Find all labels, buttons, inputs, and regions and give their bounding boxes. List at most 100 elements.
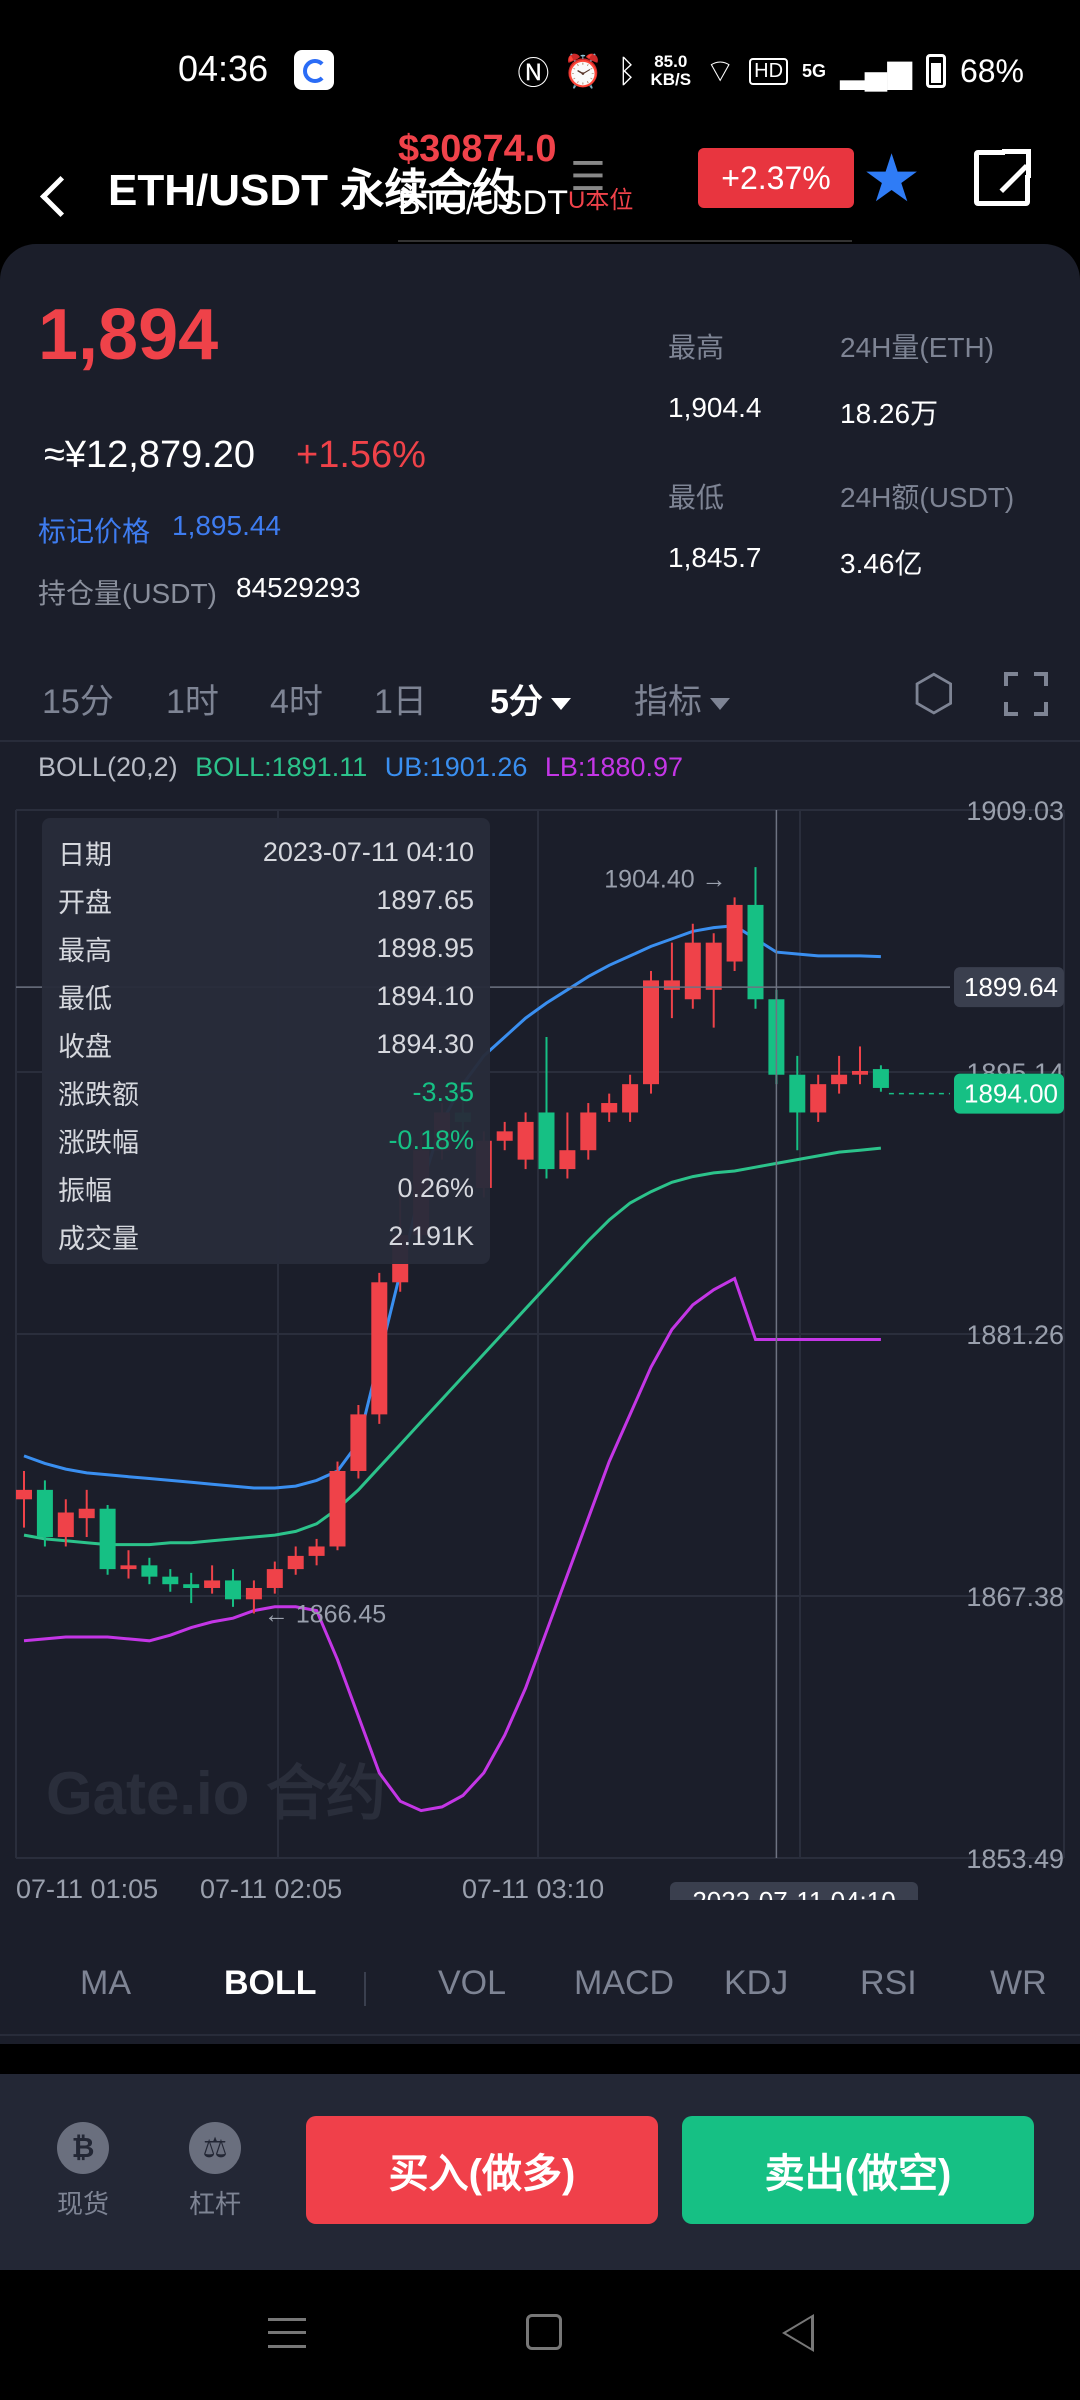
high-label: 最高 xyxy=(668,332,725,363)
boll-name: BOLL(20,2) xyxy=(38,752,178,782)
net-speed: 85.0 KB/S xyxy=(650,53,691,89)
x-tick-label: 07-11 01:05 xyxy=(16,1874,158,1900)
candle-body xyxy=(371,1282,388,1415)
candle-body xyxy=(538,1112,555,1170)
tooltip-row: 开盘 1897.65 xyxy=(58,876,474,924)
candle-body xyxy=(245,1587,262,1600)
fullscreen-icon[interactable] xyxy=(1004,672,1048,716)
star-icon[interactable]: ★ xyxy=(862,142,921,214)
candle-body xyxy=(225,1580,241,1600)
tooltip-value: 1897.65 xyxy=(376,884,474,915)
low-label: 最低 xyxy=(668,482,725,513)
tooltip-value: -0.18% xyxy=(388,1124,474,1155)
header: ETH/USDT 永续合约 $30874.0 BTC/USDT U本位 ☰ +2… xyxy=(0,128,1080,250)
open-interest-value: 84529293 xyxy=(236,572,361,603)
candle-body xyxy=(789,1074,806,1113)
vol-value: 18.26万 xyxy=(840,398,939,429)
tab-1d[interactable]: 1日 xyxy=(374,674,427,723)
tooltip-label: 振幅 xyxy=(58,1175,112,1206)
network-type: 5G xyxy=(802,60,827,81)
tooltip-row: 最低 1894.10 xyxy=(58,972,474,1020)
candle-body xyxy=(266,1569,283,1588)
net-speed-unit: KB/S xyxy=(650,70,692,89)
min-price-label: ← 1866.45 xyxy=(264,1600,386,1628)
indicator-separator xyxy=(364,1972,366,2006)
candle-body xyxy=(308,1546,325,1556)
leverage-label: 杠杆 xyxy=(188,2189,241,2219)
candle-body xyxy=(78,1508,95,1519)
high-value: 1,904.4 xyxy=(668,392,762,423)
y-tick-label: 1853.49 xyxy=(966,1844,1064,1874)
candle-body xyxy=(287,1555,304,1570)
nav-back-icon[interactable] xyxy=(782,2314,814,2352)
indicator-tab-vol[interactable]: VOL xyxy=(438,1964,506,2003)
candle-body xyxy=(496,1131,513,1141)
nav-recents-icon[interactable] xyxy=(268,2318,306,2348)
tab-4h[interactable]: 4时 xyxy=(270,674,323,723)
candle-body xyxy=(36,1489,53,1538)
x-tick-label: 07-11 03:10 xyxy=(462,1874,604,1900)
boll-mid: BOLL:1891.11 xyxy=(195,752,368,782)
leverage-button[interactable]: ⚖ 杠杆 xyxy=(170,2122,260,2221)
settings-hex-icon[interactable]: ⬡ xyxy=(912,668,956,718)
candle-body xyxy=(601,1103,618,1113)
tooltip-value: 1894.30 xyxy=(376,1028,474,1059)
tooltip-value: 2023-07-11 04:10 xyxy=(262,836,474,867)
candle-body xyxy=(120,1565,137,1570)
buy-long-button[interactable]: 买入(做多) xyxy=(306,2116,658,2224)
tooltip-label: 收盘 xyxy=(58,1031,112,1062)
tooltip-value: 1894.10 xyxy=(376,980,474,1011)
change-badge: +2.37% xyxy=(698,148,854,208)
candle-body xyxy=(183,1584,200,1588)
indicator-tab-boll[interactable]: BOLL xyxy=(224,1964,317,2003)
candle-body xyxy=(141,1565,158,1577)
tooltip-row: 振幅 0.26% xyxy=(58,1164,474,1212)
indicator-tab-rsi[interactable]: RSI xyxy=(860,1964,917,2003)
candle-body xyxy=(204,1580,221,1588)
candle-body xyxy=(684,942,701,1000)
boll-legend: BOLL(20,2) BOLL:1891.11 UB:1901.26 LB:18… xyxy=(38,752,683,783)
status-bar: 04:36 Ⓝ ⏰ ᛒ 85.0 KB/S ⌔ HD 5G ▂▄▆ 68% xyxy=(0,0,1080,140)
tab-indicators[interactable]: 指标 xyxy=(634,674,730,723)
tooltip-label: 开盘 xyxy=(58,887,112,918)
candle-body xyxy=(872,1069,889,1088)
battery-icon xyxy=(925,54,946,88)
crosshair-price: 1899.64 xyxy=(964,972,1058,1002)
mark-price-value: 1,895.44 xyxy=(172,510,281,541)
indicator-tab-kdj[interactable]: KDJ xyxy=(724,1964,788,2003)
share-icon[interactable] xyxy=(974,145,1035,206)
candle-body xyxy=(643,980,659,1085)
indicator-tab-macd[interactable]: MACD xyxy=(574,1964,674,2003)
tooltip-label: 最高 xyxy=(58,935,112,966)
candle-body xyxy=(57,1512,74,1538)
cny-price: ≈¥12,879.20 xyxy=(44,434,256,476)
caret-down-icon xyxy=(710,698,730,711)
menu-icon[interactable]: ☰ xyxy=(570,154,606,200)
candle-body xyxy=(16,1489,32,1500)
tooltip-row: 成交量 2.191K xyxy=(58,1212,474,1260)
back-icon[interactable] xyxy=(34,170,74,220)
indicator-tab-wr[interactable]: WR xyxy=(990,1964,1047,2003)
nav-home-icon[interactable] xyxy=(526,2314,562,2350)
tab-1h[interactable]: 1时 xyxy=(166,674,219,723)
sell-short-button[interactable]: 卖出(做空) xyxy=(682,2116,1034,2224)
bluetooth-icon: ᛒ xyxy=(617,52,637,89)
hd-icon: HD xyxy=(749,57,789,85)
divider xyxy=(0,2034,1080,2036)
status-time: 04:36 xyxy=(178,48,269,89)
x-tick-label: 07-11 02:05 xyxy=(200,1874,342,1900)
y-tick-label: 1867.38 xyxy=(966,1582,1064,1612)
signal-icon: ▂▄▆ xyxy=(840,53,912,89)
y-tick-label: 1909.03 xyxy=(966,796,1064,826)
battery-percent: 68% xyxy=(959,52,1024,89)
candle-body xyxy=(99,1508,116,1570)
spot-button[interactable]: ₿ 现货 xyxy=(38,2122,128,2221)
leverage-icon: ⚖ xyxy=(189,2122,241,2174)
tooltip-row: 涨跌幅 -0.18% xyxy=(58,1116,474,1164)
tab-5m[interactable]: 5分 xyxy=(490,674,571,723)
indicator-tab-ma[interactable]: MA xyxy=(80,1964,131,2003)
tooltip-label: 日期 xyxy=(58,839,112,870)
tooltip-label: 涨跌额 xyxy=(58,1079,139,1110)
candle-body xyxy=(663,980,680,990)
tab-15m[interactable]: 15分 xyxy=(42,674,114,723)
